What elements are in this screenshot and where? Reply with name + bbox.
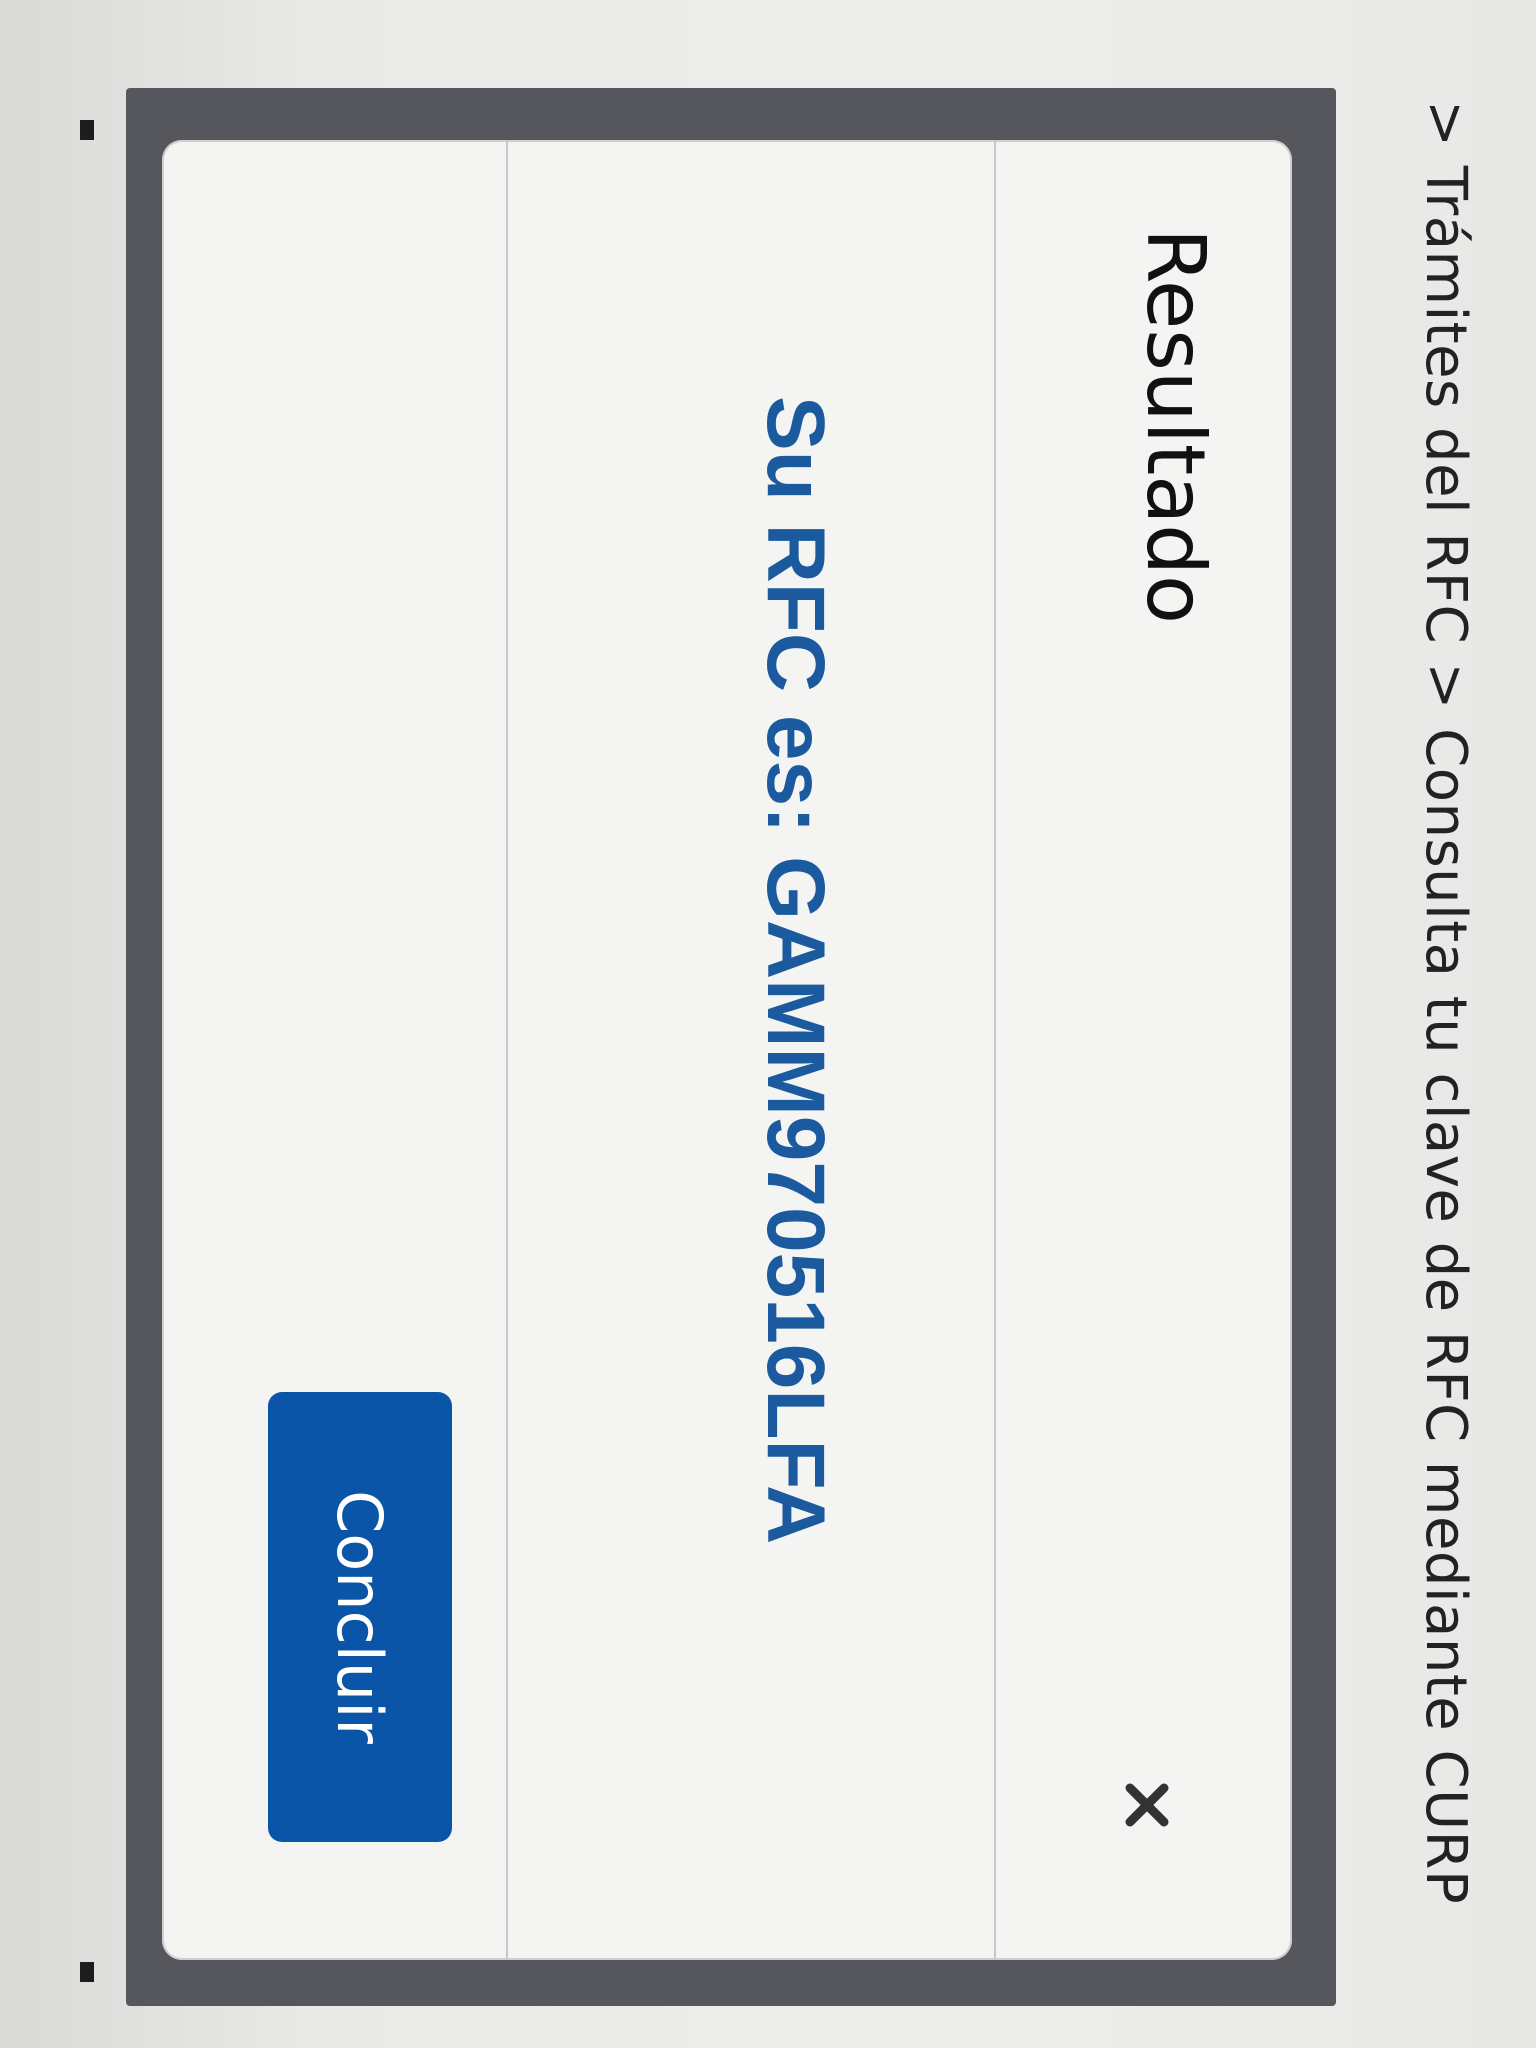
- page-rotated-frame: > Trámites del RFC > Consulta tu clave d…: [0, 0, 1536, 2048]
- result-modal: Resultado Su RFC es: GAMM970516LFA Concl…: [162, 140, 1292, 1960]
- modal-footer: Concluir: [162, 140, 506, 1960]
- modal-body: Su RFC es: GAMM970516LFA: [506, 140, 994, 1960]
- screen-edge-mark: [80, 120, 94, 140]
- breadcrumb[interactable]: > Trámites del RFC > Consulta tu clave d…: [1413, 100, 1478, 1904]
- photo-background: > Trámites del RFC > Consulta tu clave d…: [0, 0, 1536, 2048]
- rfc-result-text: Su RFC es: GAMM970516LFA: [750, 396, 841, 1545]
- concluir-button[interactable]: Concluir: [268, 1392, 452, 1842]
- modal-title: Resultado: [1129, 228, 1222, 624]
- close-icon[interactable]: [1122, 1780, 1172, 1830]
- screen-edge-mark: [80, 1962, 94, 1982]
- modal-header: Resultado: [994, 140, 1292, 1960]
